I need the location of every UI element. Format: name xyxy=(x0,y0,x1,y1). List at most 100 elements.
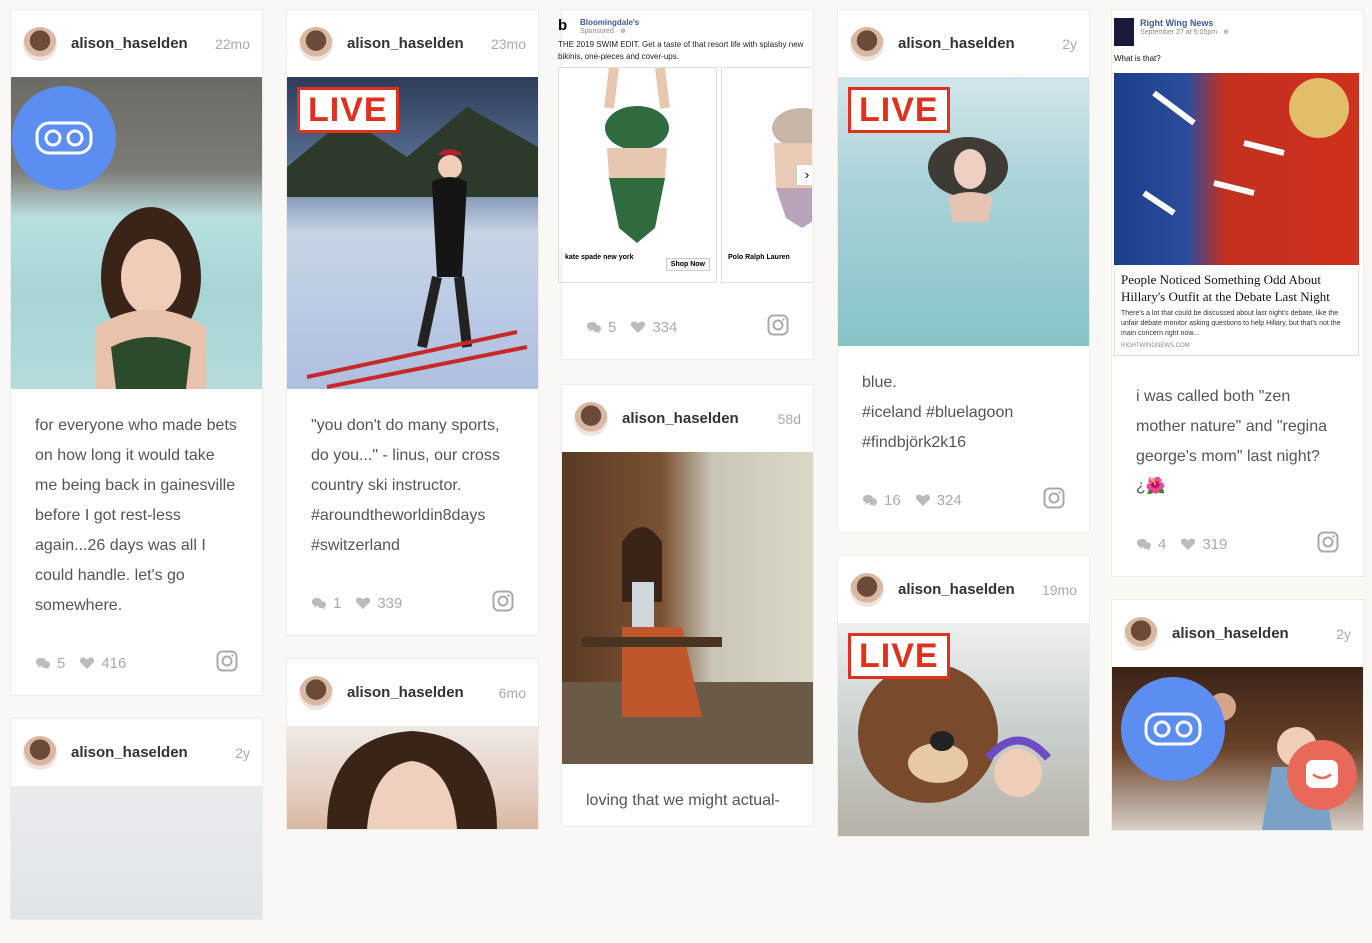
post-card[interactable]: Right Wing News September 27 at 5:05pm ·… xyxy=(1112,10,1363,576)
news-link-preview[interactable]: People Noticed Something Odd About Hilla… xyxy=(1114,271,1359,356)
avatar[interactable] xyxy=(1124,616,1158,651)
post-header: alison_haselden 2y xyxy=(1112,600,1363,667)
bikini-image xyxy=(604,67,670,243)
post-footer: 5 334 xyxy=(562,295,813,359)
comment-count[interactable]: 16 xyxy=(862,492,901,509)
username[interactable]: alison_haselden xyxy=(1172,625,1289,642)
comment-icon xyxy=(36,657,50,669)
avatar[interactable] xyxy=(299,26,333,61)
comment-count[interactable]: 5 xyxy=(35,655,65,672)
username[interactable]: alison_haselden xyxy=(622,410,739,427)
instagram-icon[interactable] xyxy=(492,590,514,616)
avatar[interactable] xyxy=(23,26,57,61)
instagram-icon[interactable] xyxy=(216,650,238,676)
like-count-value: 319 xyxy=(1202,535,1228,553)
news-headline[interactable]: People Noticed Something Odd About Hilla… xyxy=(1121,271,1352,305)
bloomingdales-logo-icon: b xyxy=(558,17,568,34)
vr-badge[interactable] xyxy=(1121,677,1225,781)
chat-launcher-button[interactable] xyxy=(1287,740,1357,810)
avatar[interactable] xyxy=(850,572,884,607)
post-card[interactable]: alison_haselden 23mo LIVE "you don't do … xyxy=(287,10,538,635)
post-time: 19mo xyxy=(1041,581,1077,598)
carousel-next-icon[interactable]: › xyxy=(796,164,812,186)
like-count[interactable]: 324 xyxy=(915,492,962,509)
post-card[interactable]: alison_haselden 2y xyxy=(11,719,262,919)
feed-column-4: alison_haselden 2y LIVE blue. #iceland #… xyxy=(838,10,1089,860)
post-card[interactable]: alison_haselden 58d loving that we might… xyxy=(562,385,813,826)
post-card[interactable]: alison_haselden 19mo LIVE xyxy=(838,556,1089,836)
product-image xyxy=(559,67,716,248)
news-image[interactable] xyxy=(1114,73,1359,265)
comment-icon xyxy=(587,321,601,333)
news-prompt: What is that? xyxy=(1114,54,1161,63)
ad-product[interactable]: kate spade new york Shop Now xyxy=(558,67,717,283)
news-header: Right Wing News September 27 at 5:05pm ·… xyxy=(1114,18,1359,46)
ad-header: b Bloomingdale's Sponsored · ⊕ xyxy=(558,17,818,36)
post-card[interactable]: alison_haselden 6mo xyxy=(287,659,538,829)
feed-column-5: Right Wing News September 27 at 5:05pm ·… xyxy=(1112,10,1363,854)
like-count[interactable]: 334 xyxy=(630,319,677,336)
photo-subject xyxy=(562,527,813,764)
comment-icon xyxy=(1137,538,1151,550)
username[interactable]: alison_haselden xyxy=(347,35,464,52)
vr-badge[interactable] xyxy=(12,86,116,190)
caption-hashtags[interactable]: #iceland #bluelagoon xyxy=(862,398,1065,428)
heart-icon xyxy=(1181,538,1196,550)
post-card[interactable]: alison_haselden 2y LIVE blue. #iceland #… xyxy=(838,10,1089,532)
feed-column-2: alison_haselden 23mo LIVE "you don't do … xyxy=(287,10,538,853)
instagram-icon[interactable] xyxy=(767,314,789,340)
like-count-value: 334 xyxy=(652,318,678,336)
comment-count[interactable]: 5 xyxy=(586,319,616,336)
ad-product[interactable]: › Polo Ralph Lauren xyxy=(721,67,812,283)
post-card[interactable]: alison_haselden 22mo for everyone who ma… xyxy=(11,10,262,695)
username[interactable]: alison_haselden xyxy=(898,35,1015,52)
live-badge: LIVE xyxy=(848,633,950,679)
post-image[interactable] xyxy=(11,786,262,919)
post-header: alison_haselden 22mo xyxy=(11,10,262,77)
vr-headset-icon xyxy=(35,121,93,155)
post-header: alison_haselden 6mo xyxy=(287,659,538,726)
post-image[interactable]: LIVE xyxy=(287,77,538,389)
like-count[interactable]: 319 xyxy=(1180,536,1227,553)
post-image[interactable]: LIVE xyxy=(838,623,1089,836)
comment-count[interactable]: 1 xyxy=(311,595,341,612)
like-count[interactable]: 416 xyxy=(79,655,126,672)
caption-hashtags[interactable]: #findbjörk2k16 xyxy=(862,428,1065,458)
username[interactable]: alison_haselden xyxy=(347,684,464,701)
post-footer: 1 339 xyxy=(287,571,538,635)
comment-count-value: 1 xyxy=(333,594,342,612)
avatar[interactable] xyxy=(23,735,57,770)
username[interactable]: alison_haselden xyxy=(898,581,1015,598)
ad-content[interactable]: b Bloomingdale's Sponsored · ⊕ THE 2019 … xyxy=(554,12,822,289)
ad-carousel[interactable]: kate spade new york Shop Now › Polo Ralph… xyxy=(558,67,812,283)
comment-icon xyxy=(863,494,877,506)
product-image: › xyxy=(722,68,812,248)
post-time: 2y xyxy=(1336,625,1351,642)
news-embed[interactable]: Right Wing News September 27 at 5:05pm ·… xyxy=(1112,10,1363,360)
avatar[interactable] xyxy=(850,26,884,61)
shop-now-button[interactable]: Shop Now xyxy=(665,258,710,271)
username[interactable]: alison_haselden xyxy=(71,35,188,52)
feed-column-3: b Bloomingdale's Sponsored · ⊕ THE 2019 … xyxy=(558,10,813,850)
news-logo-icon xyxy=(1114,18,1134,46)
sponsored-ad-card[interactable]: b Bloomingdale's Sponsored · ⊕ THE 2019 … xyxy=(558,10,813,359)
username[interactable]: alison_haselden xyxy=(71,744,188,761)
post-caption: blue. #iceland #bluelagoon #findbjörk2k1… xyxy=(838,346,1089,468)
avatar[interactable] xyxy=(574,401,608,436)
vr-headset-icon xyxy=(1144,712,1202,746)
instagram-icon[interactable] xyxy=(1317,531,1339,557)
avatar[interactable] xyxy=(299,675,333,710)
post-image[interactable] xyxy=(562,452,813,764)
like-count[interactable]: 339 xyxy=(355,595,402,612)
comment-count[interactable]: 4 xyxy=(1136,536,1166,553)
instagram-icon[interactable] xyxy=(1043,487,1065,513)
ad-brand[interactable]: Bloomingdale's xyxy=(580,18,639,27)
post-header: alison_haselden 19mo xyxy=(838,556,1089,623)
heart-icon xyxy=(80,657,95,669)
post-image[interactable]: LIVE xyxy=(838,77,1089,346)
news-source[interactable]: Right Wing News xyxy=(1140,18,1229,28)
post-image[interactable] xyxy=(287,726,538,829)
post-footer: 16 324 xyxy=(838,468,1089,532)
heart-icon xyxy=(356,597,371,609)
post-image[interactable] xyxy=(11,77,262,389)
